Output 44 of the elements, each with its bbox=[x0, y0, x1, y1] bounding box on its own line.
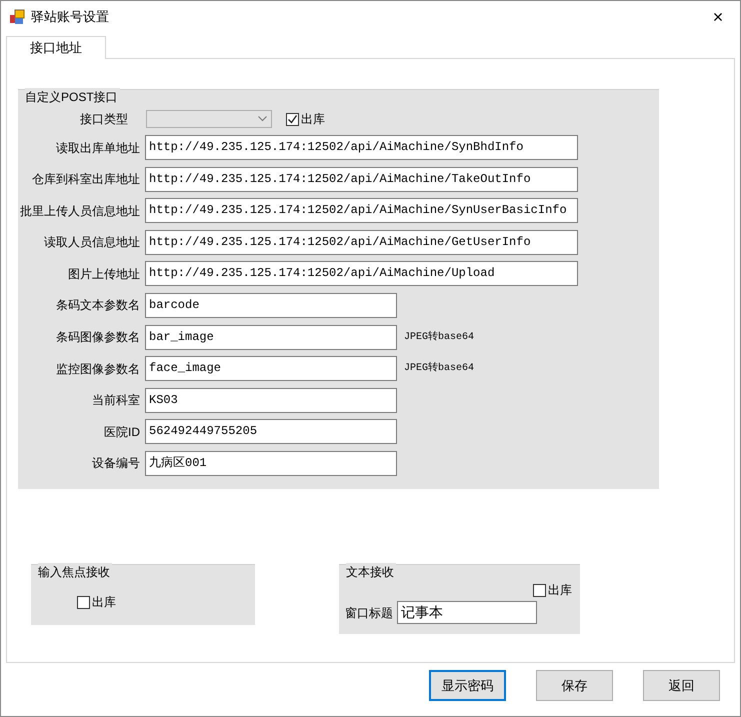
note-text: JPEG转base64 bbox=[404, 361, 474, 376]
text-field[interactable]: http://49.235.125.174:12502/api/AiMachine/SynBhdInfo bbox=[145, 135, 578, 160]
field-label: 图片上传地址 bbox=[67, 266, 140, 283]
text-field[interactable]: http://49.235.125.174:12502/api/AiMachine/SynUserBasicInfo bbox=[145, 198, 578, 224]
note-text: JPEG转base64 bbox=[404, 330, 474, 345]
button[interactable]: 显示密码 bbox=[429, 670, 506, 701]
text-field[interactable]: http://49.235.125.174:12502/api/AiMachine/TakeOutInfo bbox=[145, 166, 578, 192]
field-label: 条码文本参数名 bbox=[55, 297, 140, 314]
field-label: 窗口标题 bbox=[345, 604, 393, 622]
button[interactable]: 返回 bbox=[643, 670, 720, 701]
field-label: 监控图像参数名 bbox=[55, 360, 140, 378]
group-title: 文本接收 bbox=[346, 563, 396, 581]
group-title: 输入焦点接收 bbox=[38, 563, 112, 581]
checkbox-label: 出库 bbox=[92, 594, 116, 611]
text-field[interactable]: KS03 bbox=[145, 388, 397, 413]
text-field[interactable]: 562492449755205 bbox=[145, 419, 397, 444]
text-field[interactable]: bar_image bbox=[145, 324, 397, 350]
close-button[interactable]: × bbox=[706, 5, 730, 29]
checkbox[interactable] bbox=[533, 584, 546, 596]
app-icon bbox=[9, 9, 25, 25]
checkbox-label: 出库 bbox=[301, 111, 325, 128]
checkbox[interactable] bbox=[77, 596, 90, 608]
checkbox-label: 出库 bbox=[548, 582, 572, 599]
text-field[interactable]: http://49.235.125.174:12502/api/AiMachine/GetUserInfo bbox=[145, 230, 578, 255]
field-label: 设备编号 bbox=[91, 455, 140, 472]
window-title-field[interactable]: 记事本 bbox=[397, 601, 537, 624]
field-label: 医院ID bbox=[103, 424, 140, 441]
text-field[interactable]: face_image bbox=[145, 356, 397, 382]
field-label: 读取人员信息地址 bbox=[43, 234, 140, 252]
checkbox[interactable] bbox=[286, 112, 299, 126]
group-title: 自定义POST接口 bbox=[25, 88, 120, 106]
field-label: 条码图像参数名 bbox=[55, 329, 140, 346]
text-field[interactable]: http://49.235.125.174:12502/api/AiMachine/Upload bbox=[145, 261, 578, 286]
text-field[interactable]: barcode bbox=[145, 292, 397, 318]
field-label: 接口类型 bbox=[79, 111, 129, 128]
field-label: 当前科室 bbox=[91, 392, 140, 410]
button[interactable]: 保存 bbox=[536, 670, 613, 701]
field-label: 读取出库单地址 bbox=[55, 140, 140, 156]
text-field[interactable]: 九病区001 bbox=[145, 450, 397, 476]
tab[interactable]: 接口地址 bbox=[6, 36, 106, 59]
field-label: 仓库到科室出库地址 bbox=[31, 171, 140, 188]
window-title: 驿站账号设置 bbox=[31, 8, 109, 26]
chevron-down-icon bbox=[258, 116, 267, 122]
field-label: 批里上传人员信息地址 bbox=[19, 202, 140, 220]
